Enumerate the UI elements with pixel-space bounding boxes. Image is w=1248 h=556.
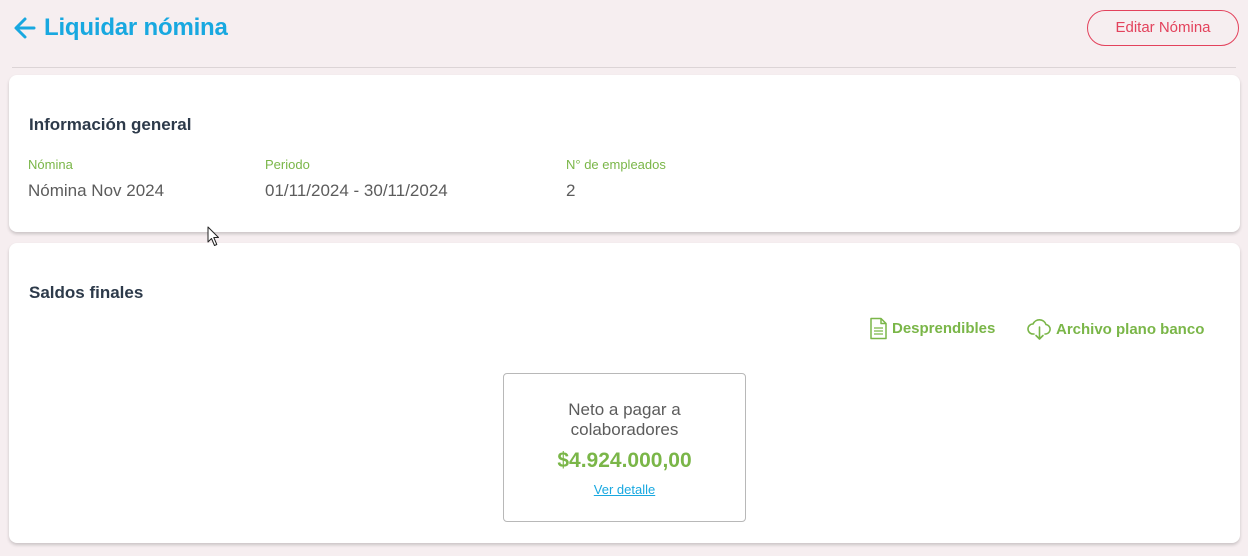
payroll-name-field: Nómina Nómina Nov 2024 — [28, 157, 164, 201]
edit-payroll-button[interactable]: Editar Nómina — [1087, 10, 1239, 46]
general-info-title: Información general — [29, 115, 192, 134]
final-balances-card: Saldos finales Desprendibles Archivo pla… — [9, 243, 1240, 543]
net-pay-summary-box: Neto a pagar a colaboradores $4.924.000,… — [503, 373, 746, 522]
view-detail-link[interactable]: Ver detalle — [594, 482, 655, 497]
employee-count-field: N° de empleados 2 — [566, 157, 666, 201]
payroll-name-value: Nómina Nov 2024 — [28, 181, 165, 200]
net-pay-amount: $4.924.000,00 — [557, 449, 692, 472]
general-info-card: Información general Nómina Nómina Nov 20… — [9, 75, 1240, 232]
employee-count-value: 2 — [566, 181, 576, 200]
period-label: Periodo — [265, 157, 310, 172]
document-icon — [869, 317, 888, 340]
pay-stubs-label: Desprendibles — [892, 320, 996, 337]
bank-file-link[interactable]: Archivo plano banco — [1027, 317, 1204, 341]
page-title: Liquidar nómina — [44, 14, 228, 41]
cloud-download-icon — [1027, 317, 1052, 341]
bank-file-label: Archivo plano banco — [1056, 320, 1205, 338]
payroll-name-label: Nómina — [28, 157, 73, 172]
final-balances-title: Saldos finales — [29, 283, 144, 302]
mouse-pointer-icon — [207, 226, 221, 252]
back-link[interactable]: Liquidar nómina — [12, 10, 228, 46]
period-value: 01/11/2024 - 30/11/2024 — [265, 181, 448, 200]
arrow-left-icon[interactable] — [12, 15, 38, 41]
header-divider — [12, 67, 1236, 68]
period-field: Periodo 01/11/2024 - 30/11/2024 — [265, 157, 448, 201]
employee-count-label: N° de empleados — [566, 157, 666, 172]
pay-stubs-link[interactable]: Desprendibles — [869, 317, 995, 340]
page-header: Liquidar nómina Editar Nómina — [0, 0, 1248, 58]
net-pay-label: Neto a pagar a colaboradores — [568, 400, 681, 439]
